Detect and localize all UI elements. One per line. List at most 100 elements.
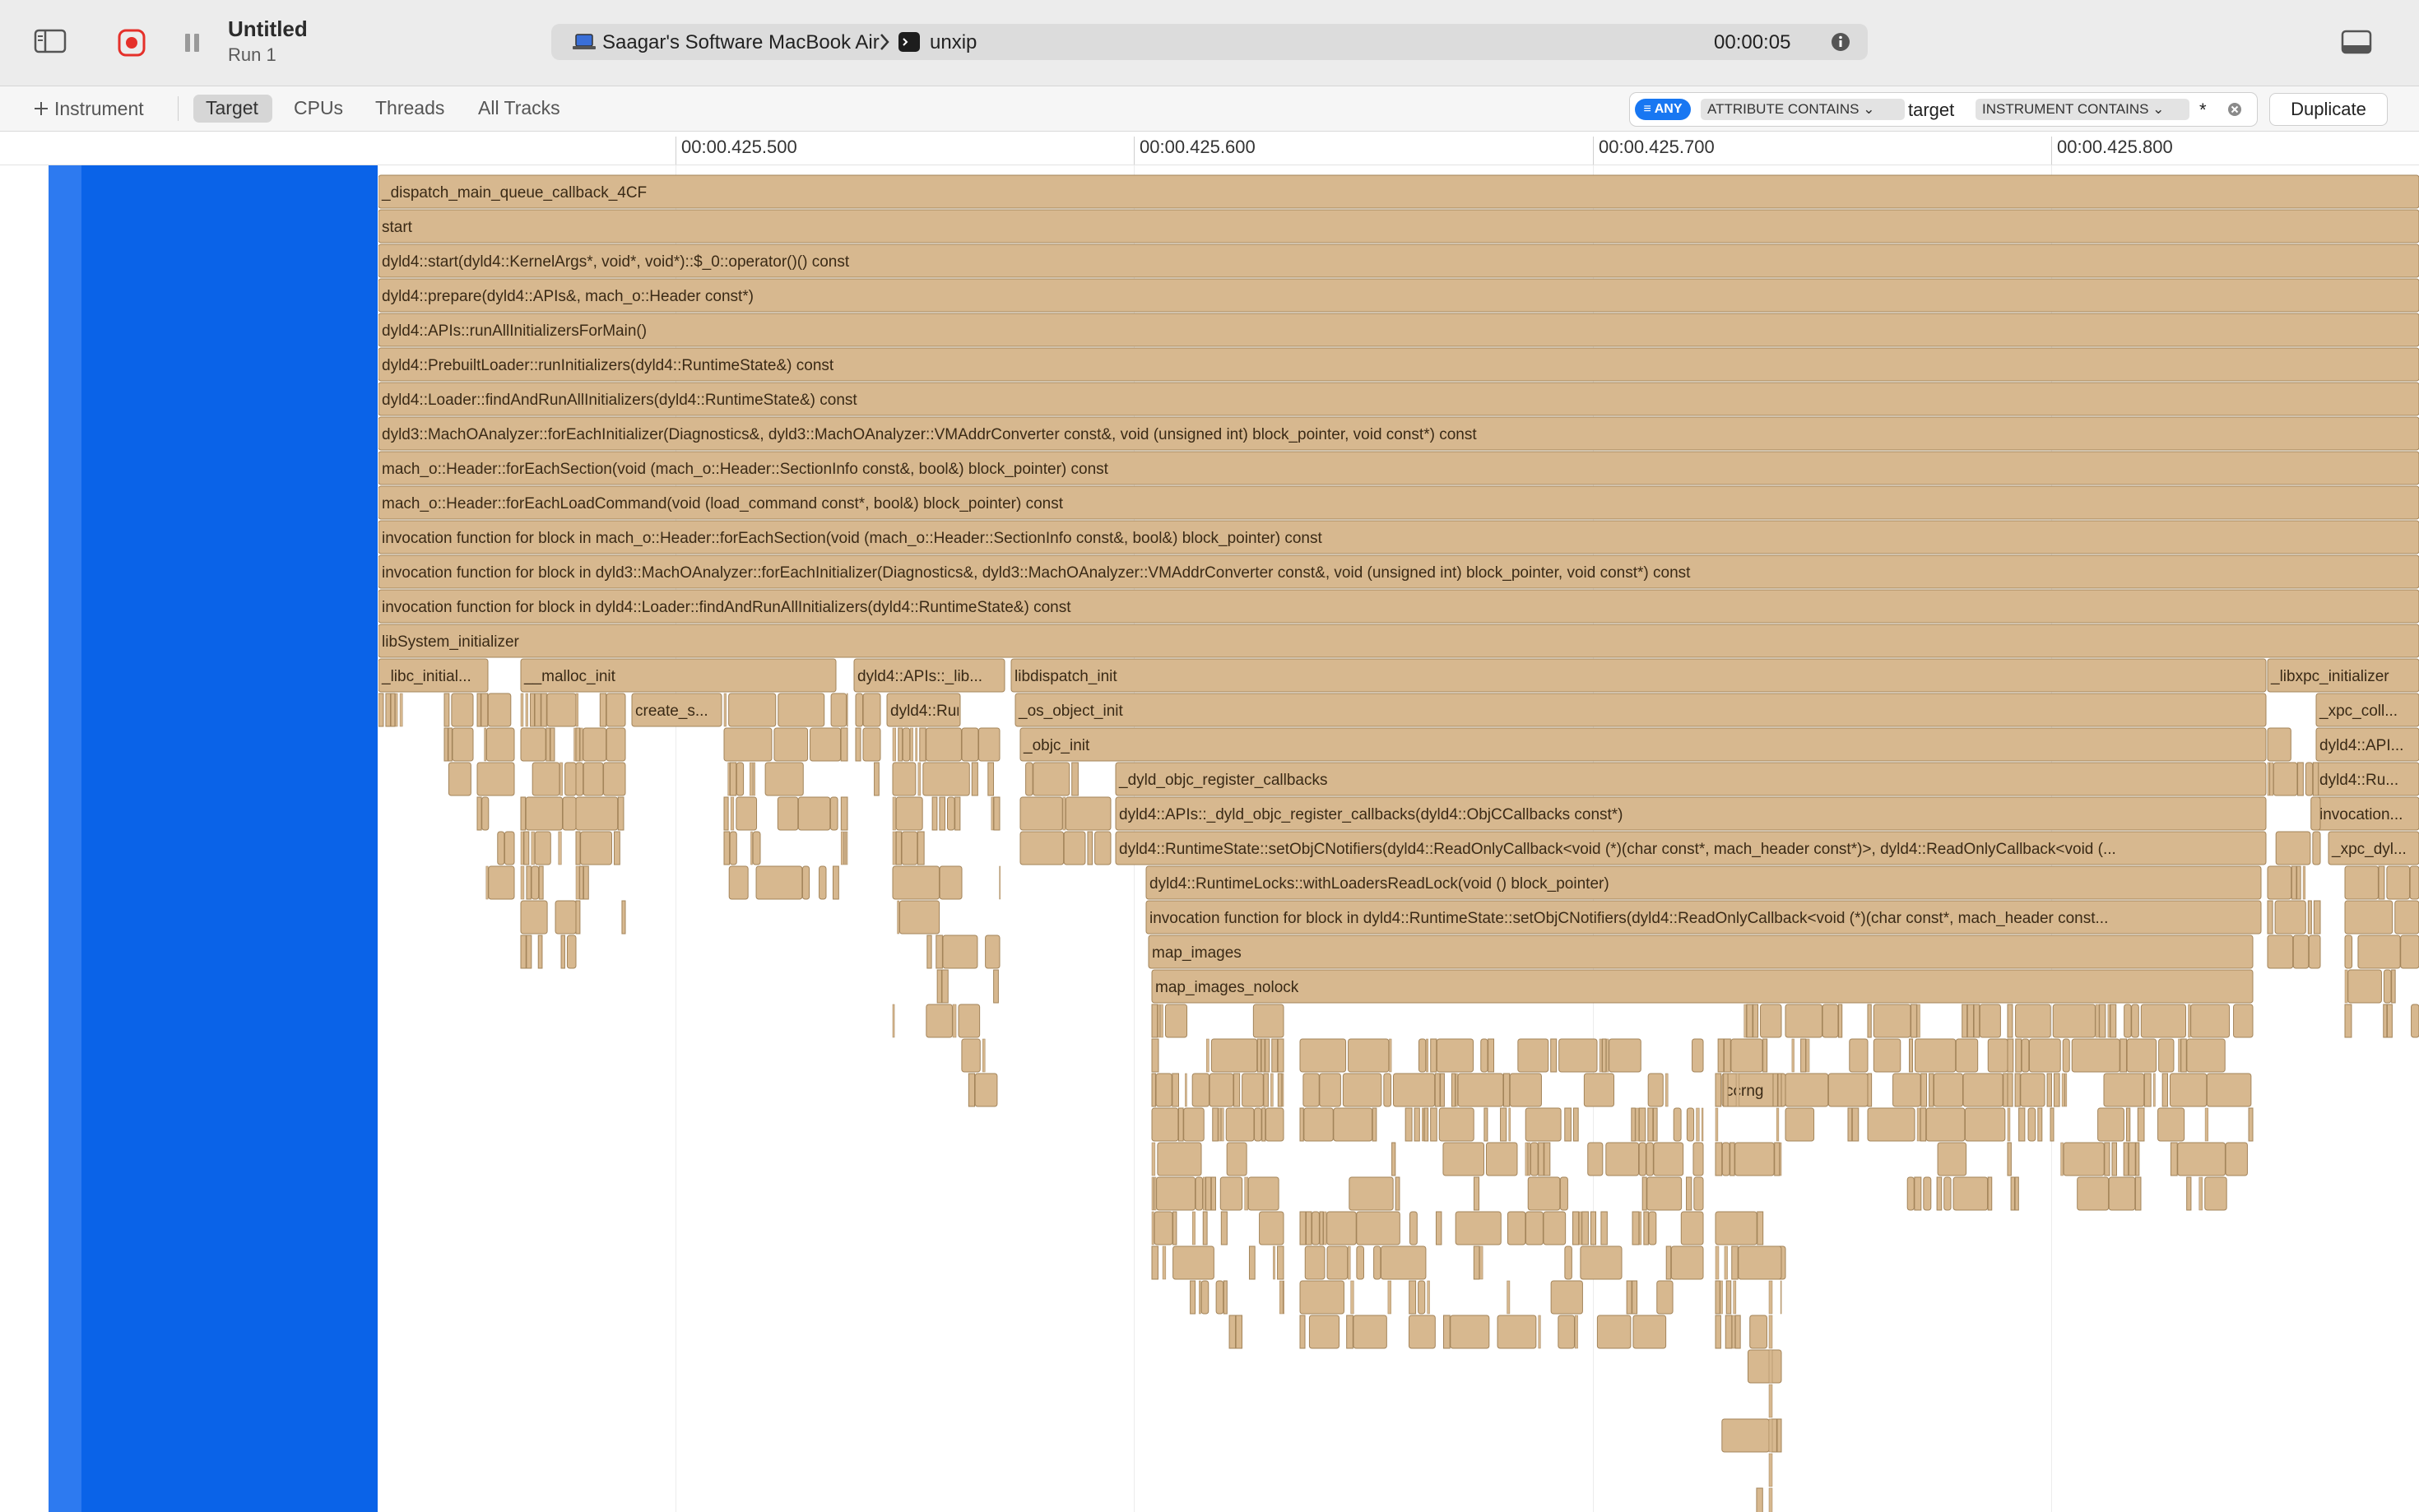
stack-frame[interactable] <box>2028 1038 2061 1073</box>
stack-frame[interactable] <box>974 1073 998 1107</box>
stack-frame[interactable] <box>1635 1107 1639 1142</box>
stack-frame[interactable] <box>2267 900 2273 935</box>
stack-frame[interactable] <box>534 693 541 727</box>
stack-frame[interactable] <box>2143 1073 2152 1107</box>
stack-frame[interactable] <box>1747 1349 1782 1384</box>
stack-frame[interactable] <box>729 831 737 865</box>
stack-frame[interactable] <box>1721 1142 1730 1176</box>
stack-frame[interactable] <box>1172 1211 1177 1245</box>
stack-frame[interactable] <box>1873 1038 1901 1073</box>
stack-frame[interactable] <box>1715 1245 1720 1280</box>
stack-frame[interactable] <box>752 831 761 865</box>
stack-frame[interactable] <box>840 831 844 865</box>
stack-frame[interactable] <box>1426 1038 1428 1073</box>
stack-frame[interactable] <box>892 762 917 796</box>
stack-frame[interactable] <box>2383 969 2392 1004</box>
stack-frame[interactable] <box>2180 1038 2187 1073</box>
stack-frame[interactable] <box>580 831 612 865</box>
tab-target[interactable]: Target <box>206 97 258 119</box>
stack-frame[interactable] <box>2347 969 2382 1004</box>
stack-frame[interactable] <box>840 796 848 831</box>
stack-frame[interactable] <box>993 796 1001 831</box>
stack-frame[interactable] <box>2267 865 2292 900</box>
stack-frame[interactable] <box>534 831 551 865</box>
stack-frame[interactable] <box>1356 1211 1400 1245</box>
stack-frame[interactable] <box>985 935 1001 969</box>
stack-frame[interactable] <box>1785 1107 1815 1142</box>
stack-frame[interactable]: invocation function for block in dyld3::… <box>378 554 2419 589</box>
stack-frame[interactable] <box>1525 1211 1544 1245</box>
stack-frame[interactable] <box>723 831 731 865</box>
stack-frame[interactable] <box>1929 1073 1934 1107</box>
stack-frame[interactable]: dyld4::Runt... <box>886 693 982 727</box>
device-name[interactable]: Saagar's Software MacBook Air <box>602 31 880 54</box>
stack-frame[interactable] <box>892 1004 895 1038</box>
stack-frame[interactable] <box>910 727 913 762</box>
stack-frame[interactable] <box>982 1038 986 1073</box>
stack-frame[interactable] <box>1226 1142 1247 1176</box>
stack-frame[interactable] <box>2267 762 2270 796</box>
stack-frame[interactable] <box>1732 1315 1735 1349</box>
stack-frame[interactable] <box>1601 1038 1607 1073</box>
stack-frame[interactable] <box>2104 1142 2110 1176</box>
stack-frame[interactable] <box>728 693 777 727</box>
stack-frame[interactable] <box>1342 1073 1382 1107</box>
stack-frame[interactable] <box>1558 1038 1598 1073</box>
stack-frame[interactable]: _dispatch_main_queue_callback_4CF <box>378 174 2419 209</box>
stack-frame[interactable] <box>2386 1004 2393 1038</box>
stack-frame[interactable] <box>2046 1073 2052 1107</box>
stack-frame[interactable] <box>1768 1418 1773 1453</box>
stack-frame[interactable] <box>1195 1176 1204 1211</box>
stack-frame[interactable] <box>1686 1107 1695 1142</box>
stack-frame[interactable] <box>1019 796 1063 831</box>
stack-frame[interactable] <box>2014 1176 2019 1211</box>
stack-frame[interactable] <box>575 693 578 727</box>
stack-frame[interactable] <box>1348 1245 1351 1280</box>
sidebar-toggle-button[interactable] <box>30 25 71 58</box>
stack-frame[interactable] <box>939 796 945 831</box>
stack-frame[interactable] <box>2233 1004 2254 1038</box>
stack-frame[interactable] <box>1517 1038 1549 1073</box>
stack-frame[interactable] <box>520 727 546 762</box>
stack-frame[interactable] <box>1572 1107 1579 1142</box>
stack-frame[interactable] <box>1800 1038 1807 1073</box>
stack-frame[interactable] <box>750 762 754 796</box>
stack-frame[interactable] <box>1626 1280 1632 1315</box>
stack-frame[interactable] <box>2126 1038 2157 1073</box>
stack-frame[interactable]: mach_o::Header::forEachLoadCommand(void … <box>378 485 2419 520</box>
stack-frame[interactable] <box>1323 1211 1327 1245</box>
stack-frame[interactable] <box>1753 1004 1759 1038</box>
stack-frame[interactable] <box>1606 1038 1609 1073</box>
stack-frame[interactable] <box>1326 1211 1357 1245</box>
stack-frame[interactable] <box>1979 1004 2001 1038</box>
stack-frame[interactable] <box>1261 1038 1265 1073</box>
stack-frame[interactable] <box>1715 1211 1757 1245</box>
stack-frame[interactable] <box>2186 1038 2226 1073</box>
stack-frame[interactable] <box>1299 1280 1344 1315</box>
stack-frame[interactable] <box>532 762 560 796</box>
stack-frame[interactable] <box>1715 1142 1723 1176</box>
stack-frame[interactable] <box>1409 1280 1417 1315</box>
stack-frame[interactable] <box>919 727 926 762</box>
stack-frame[interactable] <box>1033 762 1070 796</box>
stack-frame[interactable] <box>1210 1038 1258 1073</box>
stack-frame[interactable] <box>1723 1038 1731 1073</box>
stack-frame[interactable] <box>2170 1142 2178 1176</box>
stack-frame[interactable] <box>810 727 842 762</box>
stack-frame[interactable] <box>1762 1038 1768 1073</box>
stack-frame[interactable] <box>1215 1280 1224 1315</box>
stack-frame[interactable] <box>575 831 581 865</box>
stack-frame[interactable] <box>2308 935 2321 969</box>
stack-frame[interactable] <box>922 762 970 796</box>
stack-frame[interactable] <box>1730 1142 1735 1176</box>
stack-frame[interactable] <box>2267 935 2294 969</box>
stack-frame[interactable] <box>2177 1142 2226 1176</box>
stack-frame[interactable] <box>2063 1142 2105 1176</box>
stack-frame[interactable]: dyld4::start(dyld4::KernelArgs*, void*, … <box>378 243 2419 278</box>
stack-frame[interactable] <box>2357 935 2401 969</box>
stack-frame[interactable] <box>1579 1211 1582 1245</box>
stack-frame[interactable] <box>1427 1280 1430 1315</box>
stack-frame[interactable] <box>1160 1004 1163 1038</box>
stack-frame[interactable] <box>897 900 900 935</box>
stack-frame[interactable] <box>829 796 838 831</box>
